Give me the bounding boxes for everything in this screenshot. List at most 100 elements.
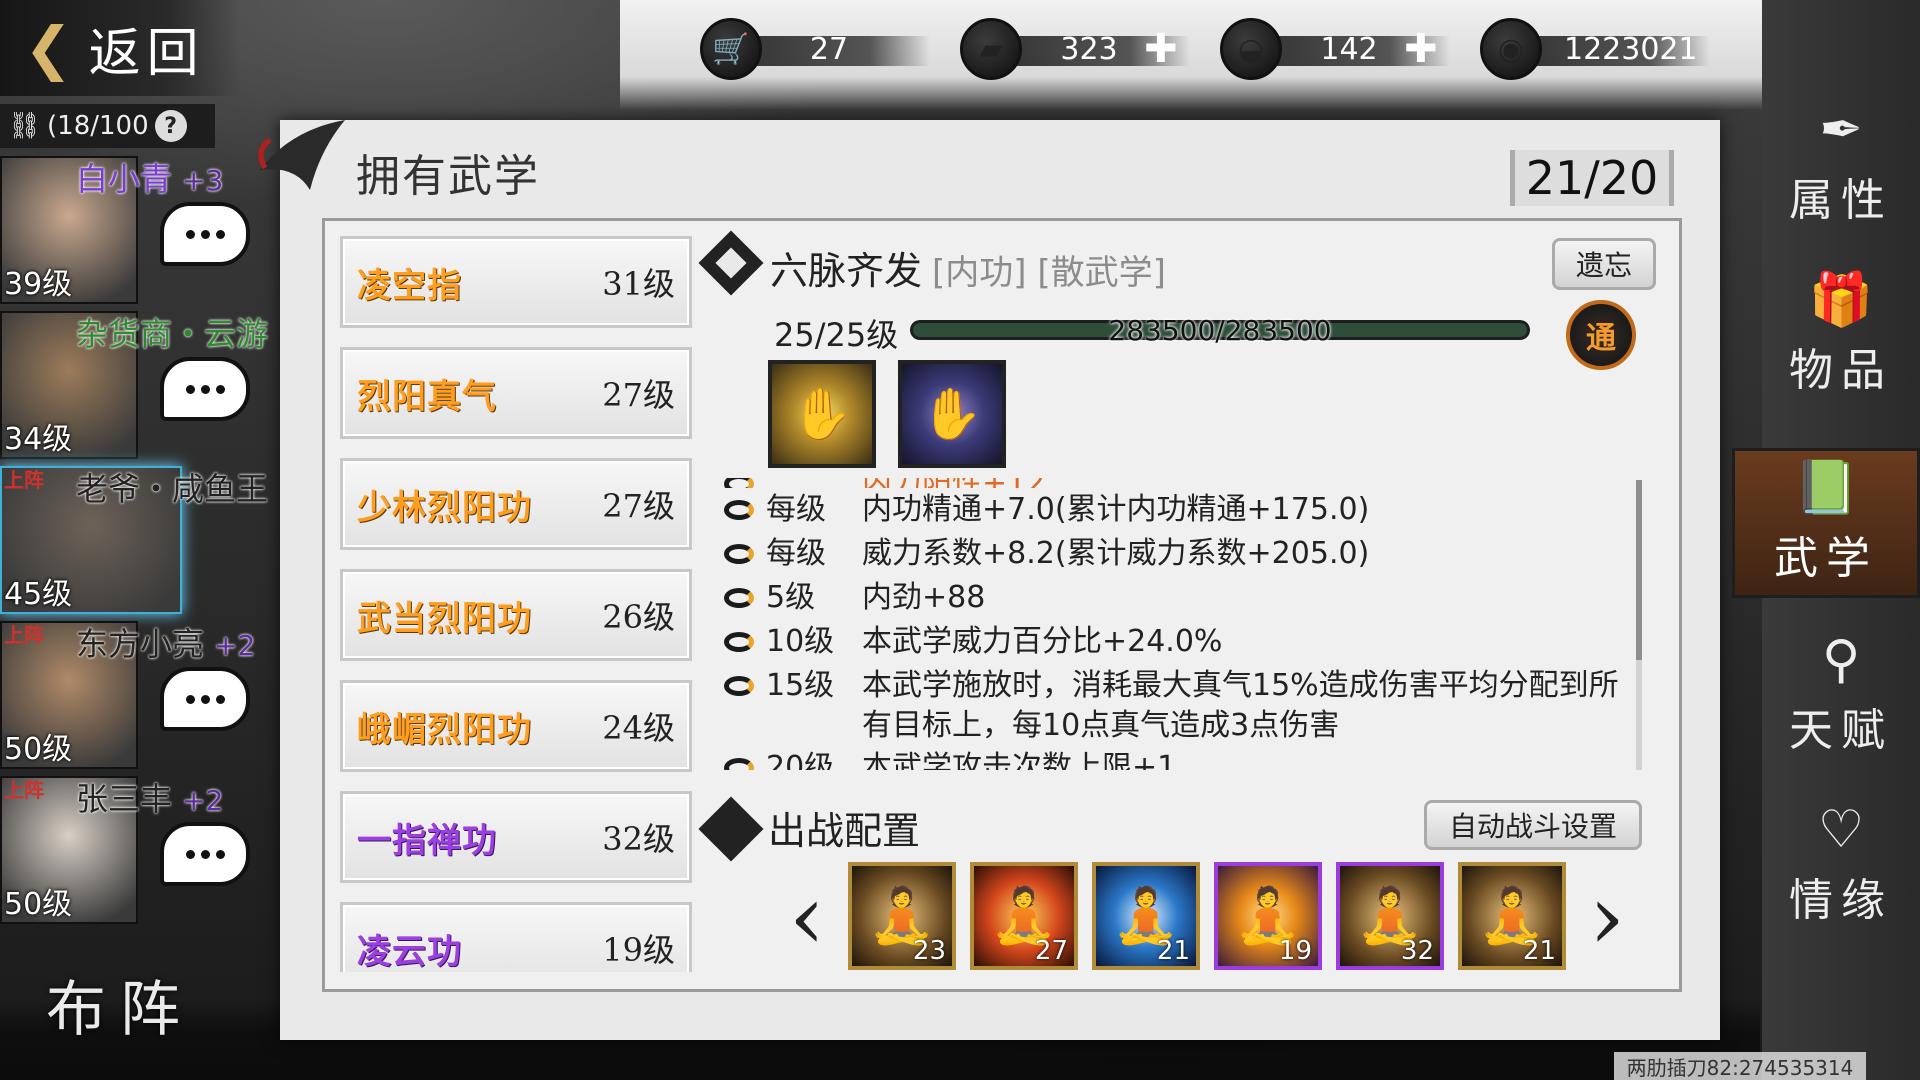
resource-value: 142 (1320, 31, 1378, 67)
hero-name-text: 东方小亮 (76, 625, 205, 663)
next-arrow-icon[interactable]: › (1582, 868, 1632, 968)
effect-desc: 内功精通+7.0(累计内功精通+175.0) (862, 492, 1370, 527)
effect-row: 内力阳性+12 (724, 478, 1634, 488)
coin-icon: ◉ (1480, 18, 1542, 80)
skill-list-item[interactable]: 少林烈阳功 27级 (340, 458, 692, 550)
bullet-icon (724, 544, 754, 564)
chat-bubble-icon[interactable] (160, 667, 250, 731)
effect-level: 20级 (766, 750, 835, 770)
golden-palm-icon[interactable]: ✋ (768, 360, 876, 468)
slot-level: 23 (912, 936, 946, 966)
loadout-slot[interactable]: 🧘 21 (1092, 862, 1200, 970)
chat-bubble-icon[interactable] (160, 202, 250, 266)
chat-bubble-icon[interactable] (160, 822, 250, 886)
skill-item-level: 32级 (602, 820, 675, 858)
nav-tab-label: 情缘 (1789, 875, 1893, 926)
resource-item: 🛒 27 (700, 14, 940, 84)
hero-bonus: +3 (182, 164, 224, 197)
resource-value: 1223021 (1564, 31, 1698, 67)
prev-arrow-icon[interactable]: ‹ (782, 868, 832, 968)
skill-item-name: 少林烈阳功 (357, 487, 532, 528)
hero-name-text: 老爷・咸鱼王 (76, 470, 269, 508)
chat-bubble-icon[interactable] (160, 357, 250, 421)
hero-name: 张三丰 +2 (76, 774, 223, 820)
silver-ingot-icon: ◒ (1220, 18, 1282, 80)
resource-value: 27 (809, 31, 849, 67)
nav-tab-giftbox[interactable]: 🎁 物品 (1762, 260, 1920, 410)
right-nav: ✒ 属性 🎁 物品 📗 武学 ⚲ 天赋 ♡ 情缘 (1732, 0, 1920, 1080)
effect-desc: 本武学施放时，消耗最大真气15%造成伤害平均分配到所有目标上，每10点真气造成3… (862, 668, 1619, 743)
skill-item-name: 凌云功 (357, 931, 462, 972)
nav-tab-talent-tree[interactable]: ⚲ 天赋 (1762, 620, 1920, 770)
hero-level: 39级 (4, 267, 73, 302)
mastery-badge: 通 (1566, 300, 1636, 370)
shadow-palm-icon[interactable]: ✋ (898, 360, 1006, 468)
resource-item: ◒ 142 ✚ (1220, 14, 1460, 84)
nav-tab-label: 物品 (1789, 345, 1893, 396)
skill-list-item[interactable]: 烈阳真气 27级 (340, 347, 692, 439)
skill-list-item[interactable]: 峨嵋烈阳功 24级 (340, 680, 692, 772)
diamond-icon (698, 230, 764, 296)
resource-value: 323 (1060, 31, 1118, 67)
auto-battle-settings-button[interactable]: 自动战斗设置 (1424, 800, 1642, 850)
nav-tab-book[interactable]: 📗 武学 (1732, 448, 1920, 598)
skill-list-item[interactable]: 凌空指 31级 (340, 236, 692, 328)
skill-item-name: 一指禅功 (357, 820, 497, 861)
hero-card[interactable]: 50级 上阵 张三丰 +2 (0, 772, 280, 927)
formation-button[interactable]: 布阵 (10, 944, 230, 1064)
add-plus-icon[interactable]: ✚ (1144, 26, 1178, 72)
skill-list[interactable]: 凌空指 31级 烈阳真气 27级 少林烈阳功 27级 武当烈阳功 26级 峨嵋烈阳功 24级 一指禅… (340, 236, 692, 972)
hero-roster: 39级 白小青 +3 34级 杂货商・云游 45级 上阵 老爷・咸鱼王 50级 上阵 东方小亮 +2 5… (0, 152, 280, 927)
chevron-left-icon: ❮ (24, 14, 73, 82)
skill-item-name: 武当烈阳功 (357, 598, 532, 639)
hero-name: 老爷・咸鱼王 (76, 464, 268, 510)
bullet-icon (724, 676, 754, 696)
heart-icon: ♡ (1817, 800, 1865, 860)
skill-list-item[interactable]: 武当烈阳功 26级 (340, 569, 692, 661)
skill-item-level: 31级 (602, 265, 675, 303)
effect-row: 5级 内劲+88 (724, 576, 1634, 620)
effects-scrollbar[interactable] (1636, 480, 1642, 770)
bullet-icon (724, 588, 754, 608)
effect-desc: 本武学威力百分比+24.0% (862, 624, 1223, 659)
effects-list[interactable]: 内力阳性+12每级内功精通+7.0(累计内功精通+175.0)每级威力系数+8.… (724, 478, 1634, 770)
nav-tab-brush[interactable]: ✒ 属性 (1762, 90, 1920, 240)
deployed-tag: 上阵 (4, 623, 44, 647)
hero-name: 杂货商・云游 (76, 309, 268, 355)
loadout-slot[interactable]: 🧘 21 (1458, 862, 1566, 970)
bullet-icon (724, 632, 754, 652)
loadout-slot[interactable]: 🧘 19 (1214, 862, 1322, 970)
team-count-text: (18/100 (47, 111, 149, 141)
loadout-slot[interactable]: 🧘 23 (848, 862, 956, 970)
skill-item-name: 凌空指 (357, 265, 462, 306)
effect-row: 每级 威力系数+8.2(累计威力系数+205.0) (724, 532, 1634, 576)
back-button[interactable]: ❮ 返回 (0, 0, 240, 96)
team-count: ⛓ (18/100 ? (0, 104, 215, 148)
nav-tab-heart[interactable]: ♡ 情缘 (1762, 790, 1920, 940)
help-icon[interactable]: ? (154, 110, 187, 142)
loadout-slot[interactable]: 🧘 32 (1336, 862, 1444, 970)
skill-tags: [内功] [散武学] (932, 253, 1166, 293)
skill-item-level: 24级 (602, 709, 675, 747)
panel-title: 拥有武学 (356, 151, 540, 202)
forget-button[interactable]: 遗忘 (1552, 238, 1656, 290)
skill-name: 六脉齐发 (770, 249, 923, 293)
skill-list-item[interactable]: 一指禅功 32级 (340, 791, 692, 883)
hero-name-text: 杂货商・云游 (76, 315, 269, 353)
skill-item-level: 26级 (602, 598, 675, 636)
back-label: 返回 (88, 23, 205, 84)
loadout-slots: 🧘 23 🧘 27 🧘 21 🧘 19 🧘 32 🧘 21 (848, 862, 1566, 970)
hero-card[interactable]: 34级 杂货商・云游 (0, 307, 280, 462)
exp-bar: 283500/283500 (910, 314, 1530, 347)
talent-tree-icon: ⚲ (1821, 630, 1861, 690)
skill-list-item[interactable]: 凌云功 19级 (340, 902, 692, 972)
hero-card[interactable]: 39级 白小青 +3 (0, 152, 280, 307)
add-plus-icon[interactable]: ✚ (1404, 26, 1438, 72)
loadout-slot[interactable]: 🧘 27 (970, 862, 1078, 970)
hero-level: 45级 (4, 577, 73, 612)
hero-card[interactable]: 50级 上阵 东方小亮 +2 (0, 617, 280, 772)
scrollbar-thumb[interactable] (1636, 480, 1642, 660)
hero-card[interactable]: 45级 上阵 老爷・咸鱼王 (0, 462, 280, 617)
effect-desc: 内劲+88 (862, 580, 986, 615)
hero-level: 50级 (4, 887, 73, 922)
